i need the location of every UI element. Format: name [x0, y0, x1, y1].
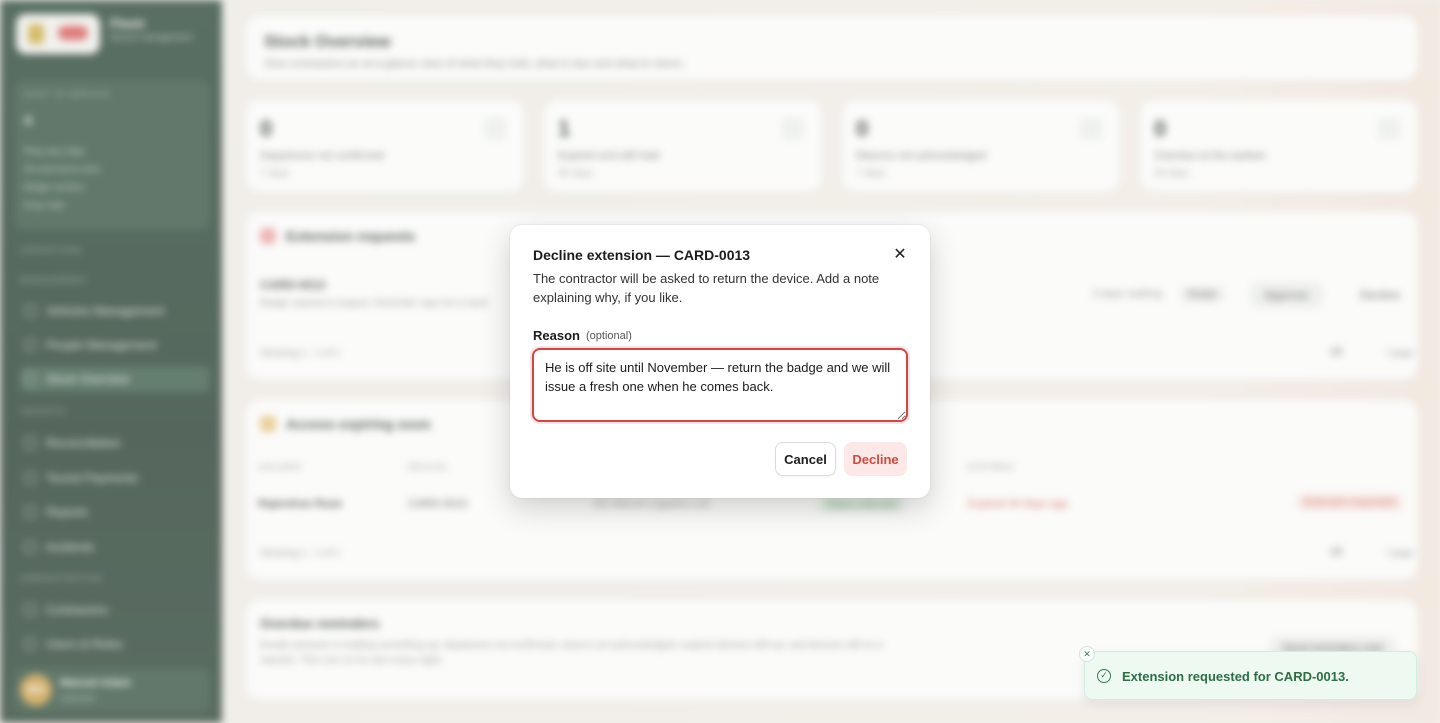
reason-label: Reason	[533, 328, 580, 343]
decline-button[interactable]: Decline	[844, 442, 907, 476]
reason-optional-hint: (optional)	[586, 330, 632, 342]
decline-extension-dialog: Decline extension — CARD-0013 ✕ The cont…	[510, 225, 930, 498]
dialog-description: The contractor will be asked to return t…	[533, 271, 880, 305]
check-circle-icon: ✓	[1097, 669, 1111, 683]
cancel-button[interactable]: Cancel	[775, 442, 836, 476]
reason-textarea[interactable]	[532, 348, 908, 422]
toast-message: Extension requested for CARD-0013.	[1122, 669, 1349, 684]
toast-close-icon[interactable]: ✕	[1079, 646, 1095, 662]
success-toast: ✕ ✓ Extension requested for CARD-0013.	[1079, 646, 1417, 700]
dialog-title: Decline extension — CARD-0013	[533, 247, 751, 263]
close-icon[interactable]: ✕	[890, 245, 910, 265]
